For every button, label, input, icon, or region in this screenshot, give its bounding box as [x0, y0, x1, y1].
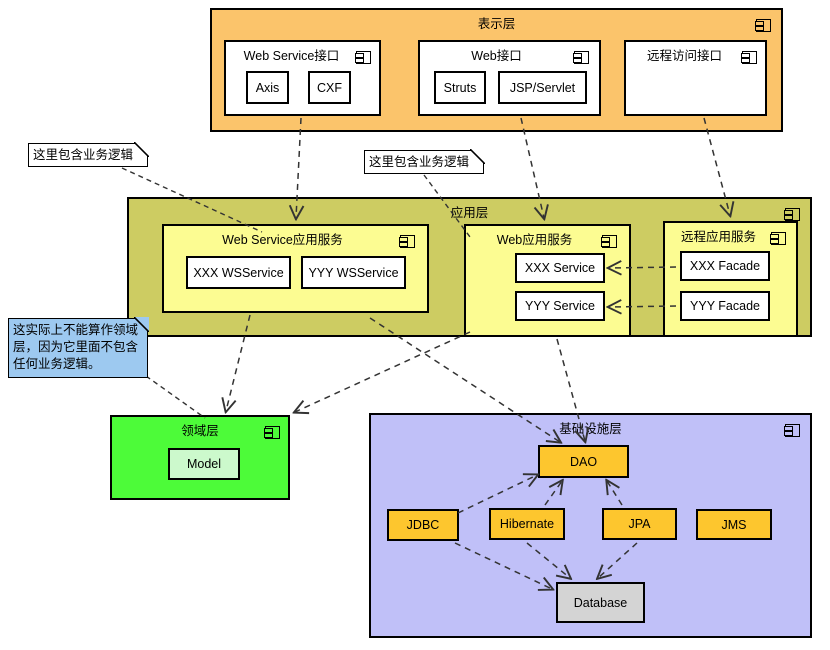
layer-presentation-title: 表示层: [477, 17, 516, 31]
note-link-3: [145, 375, 206, 419]
package-title: Web接口: [471, 49, 522, 63]
package-title: 远程应用服务: [680, 230, 756, 244]
component-yyy-wsservice[interactable]: YYY WSService: [301, 256, 406, 289]
package-icon: [770, 232, 786, 245]
package-icon: [573, 51, 589, 64]
component-jdbc[interactable]: JDBC: [387, 509, 459, 541]
package-icon: [755, 19, 771, 32]
package-title: Web Service应用服务: [222, 233, 343, 247]
package-title: 远程访问接口: [646, 49, 722, 63]
component-axis[interactable]: Axis: [246, 71, 289, 104]
package-icon: [784, 208, 800, 221]
note-fold-icon: [470, 149, 485, 164]
package-remote-access-interface[interactable]: 远程访问接口: [624, 40, 767, 116]
component-dao[interactable]: DAO: [538, 445, 629, 478]
package-icon: [264, 426, 280, 439]
layer-domain-title: 领域层: [181, 424, 219, 438]
package-title: Web Service接口: [243, 49, 340, 63]
note-text: 这里包含业务逻辑: [369, 155, 470, 169]
component-jms[interactable]: JMS: [696, 509, 772, 540]
layer-application-title: 应用层: [450, 206, 489, 220]
note-text: 这实际上不能算作领域层，因为它里面不包含任何业务逻辑。: [13, 323, 139, 371]
note-text: 这里包含业务逻辑: [33, 148, 134, 162]
component-hibernate[interactable]: Hibernate: [489, 508, 565, 540]
dep-webappservice-to-domain: [295, 331, 471, 412]
component-jsp-servlet[interactable]: JSP/Servlet: [498, 71, 587, 104]
component-yyy-facade[interactable]: YYY Facade: [680, 291, 770, 321]
note-business-logic-2[interactable]: 这里包含业务逻辑: [364, 149, 485, 174]
component-struts[interactable]: Struts: [434, 71, 486, 104]
component-jpa[interactable]: JPA: [602, 508, 677, 540]
component-yyy-service[interactable]: YYY Service: [515, 291, 605, 321]
component-database[interactable]: Database: [556, 582, 645, 623]
component-xxx-facade[interactable]: XXX Facade: [680, 251, 770, 281]
package-icon: [601, 235, 617, 248]
component-model[interactable]: Model: [168, 448, 240, 480]
layer-infrastructure-title: 基础设施层: [559, 422, 622, 436]
package-icon: [784, 424, 800, 437]
note-domain-warning[interactable]: 这实际上不能算作领域层，因为它里面不包含任何业务逻辑。: [8, 317, 149, 378]
diagram-canvas: 表示层 Web Service接口 Axis CXF Web接口 Struts …: [0, 0, 830, 650]
component-xxx-wsservice[interactable]: XXX WSService: [186, 256, 291, 289]
package-icon: [399, 235, 415, 248]
package-icon: [741, 51, 757, 64]
component-xxx-service[interactable]: XXX Service: [515, 253, 605, 283]
package-icon: [355, 51, 371, 64]
component-cxf[interactable]: CXF: [308, 71, 351, 104]
note-fold-icon: [134, 142, 149, 157]
package-title: Web应用服务: [496, 233, 573, 247]
note-fold-icon: [134, 317, 149, 332]
note-business-logic-1[interactable]: 这里包含业务逻辑: [28, 142, 149, 167]
